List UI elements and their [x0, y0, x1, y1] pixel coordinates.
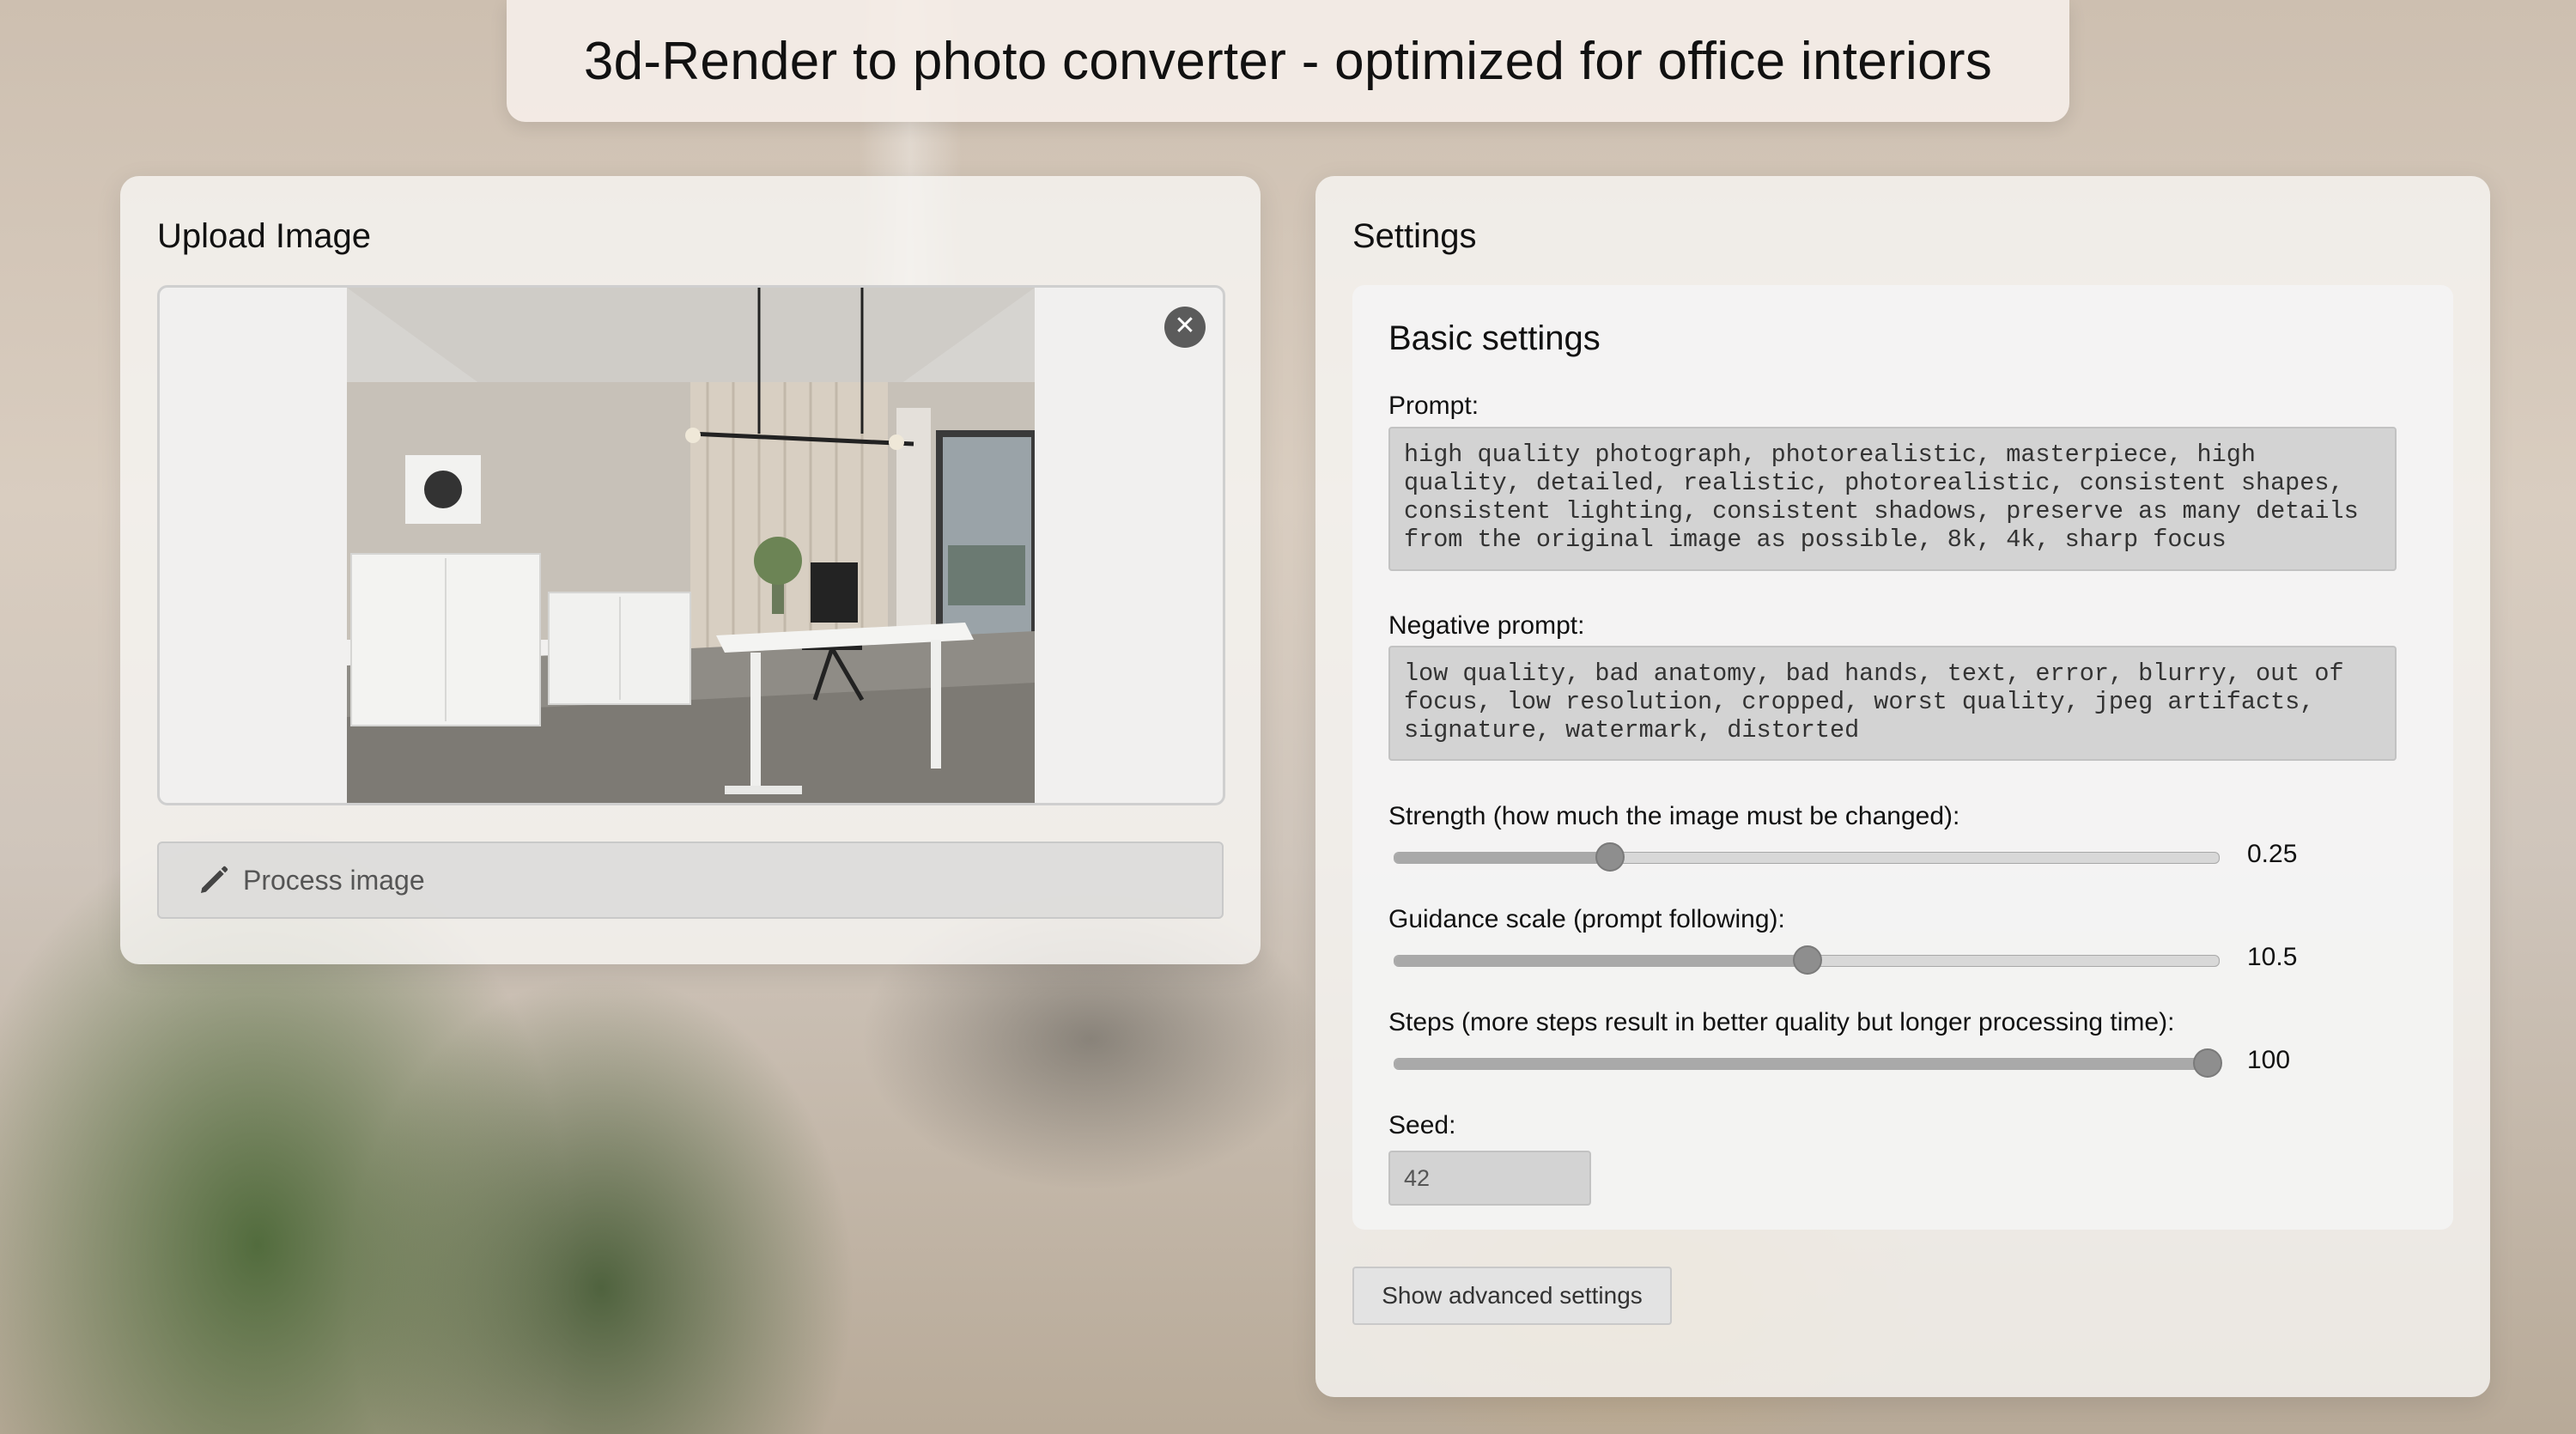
- settings-panel: Settings Basic settings Prompt: high qua…: [1315, 176, 2490, 1397]
- uploaded-image: [347, 288, 1035, 803]
- seed-label: Seed:: [1388, 1111, 1456, 1139]
- basic-settings-section: Basic settings Prompt: high quality phot…: [1352, 285, 2453, 1230]
- strength-slider-thumb[interactable]: [1595, 842, 1625, 872]
- strength-value: 0.25: [2247, 840, 2298, 868]
- strength-slider-track[interactable]: [1394, 852, 2220, 864]
- pencil-icon: [201, 866, 228, 893]
- process-image-label: Process image: [243, 864, 425, 896]
- title-bar: 3d-Render to photo converter - optimized…: [507, 0, 2069, 122]
- basic-settings-title: Basic settings: [1388, 319, 1601, 357]
- guidance-value: 10.5: [2247, 943, 2298, 971]
- strength-label: Strength (how much the image must be cha…: [1388, 802, 1960, 830]
- steps-slider-thumb[interactable]: [2192, 1048, 2222, 1078]
- upload-panel-title: Upload Image: [157, 217, 372, 255]
- image-dropzone[interactable]: ✕: [157, 285, 1225, 805]
- show-advanced-settings-button[interactable]: Show advanced settings: [1352, 1267, 1672, 1325]
- steps-slider-track[interactable]: [1394, 1058, 2220, 1070]
- steps-slider-row: 100: [1388, 1046, 2436, 1080]
- close-icon[interactable]: ✕: [1164, 307, 1206, 348]
- negative-prompt-textarea[interactable]: low quality, bad anatomy, bad hands, tex…: [1388, 646, 2397, 761]
- steps-label: Steps (more steps result in better quali…: [1388, 1008, 2175, 1036]
- seed-input[interactable]: 42: [1388, 1151, 1591, 1206]
- steps-value: 100: [2247, 1046, 2291, 1074]
- process-image-button[interactable]: Process image: [157, 842, 1224, 919]
- negative-prompt-label: Negative prompt:: [1388, 611, 1585, 640]
- guidance-label: Guidance scale (prompt following):: [1388, 905, 1785, 933]
- strength-slider-row: 0.25: [1388, 840, 2436, 874]
- guidance-slider-row: 10.5: [1388, 943, 2436, 977]
- prompt-label: Prompt:: [1388, 392, 1479, 420]
- guidance-slider-thumb[interactable]: [1793, 945, 1822, 975]
- prompt-textarea[interactable]: high quality photograph, photorealistic,…: [1388, 427, 2397, 571]
- upload-panel: Upload Image ✕ Process image: [120, 176, 1261, 964]
- page-title: 3d-Render to photo converter - optimized…: [583, 31, 1993, 91]
- settings-panel-title: Settings: [1352, 217, 1477, 255]
